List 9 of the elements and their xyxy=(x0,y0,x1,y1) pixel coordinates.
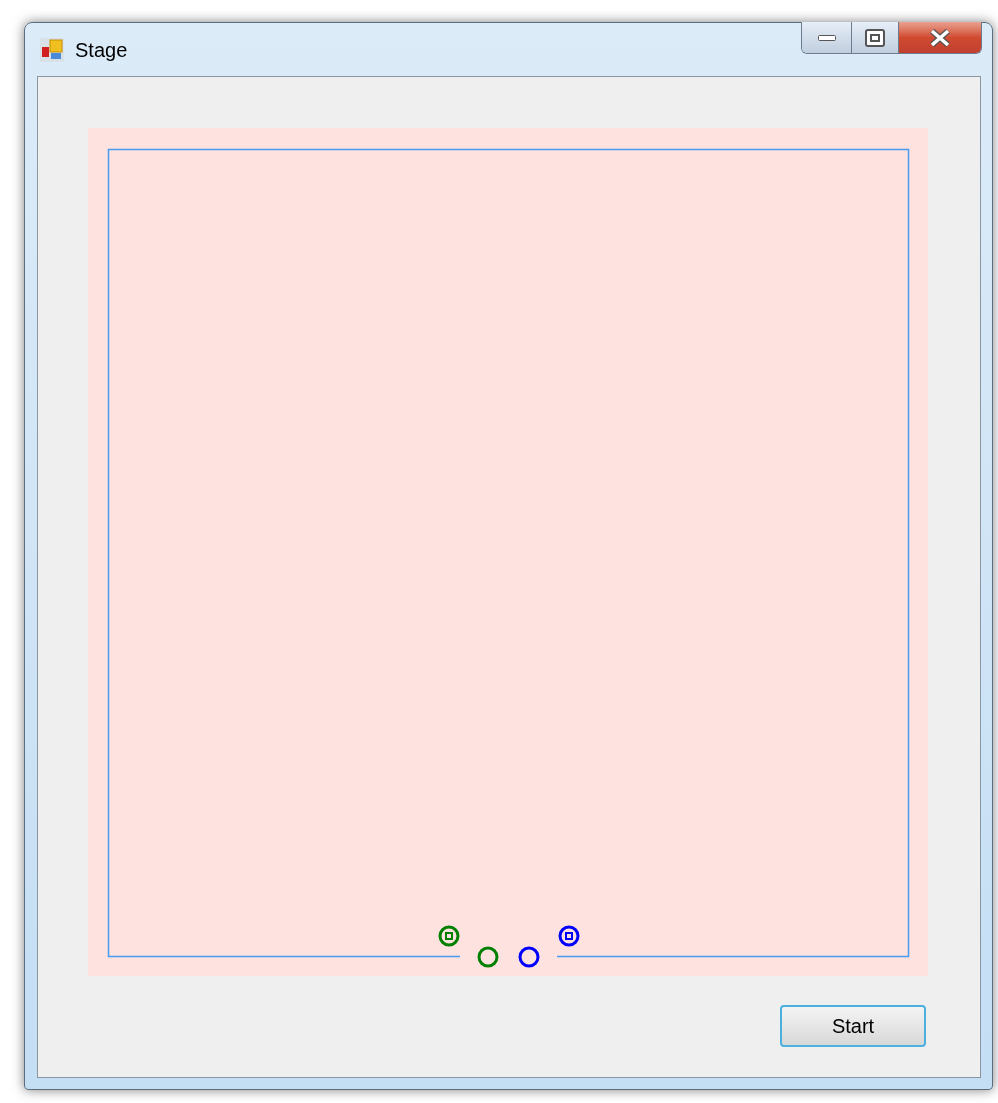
window-title: Stage xyxy=(75,37,128,63)
close-button[interactable] xyxy=(899,22,981,53)
maximize-icon xyxy=(865,28,885,47)
app-icon xyxy=(40,37,64,62)
minimize-icon xyxy=(817,34,836,41)
minimize-button[interactable] xyxy=(802,22,852,53)
start-button[interactable]: Start xyxy=(780,1005,926,1047)
maximize-button[interactable] xyxy=(852,22,899,53)
close-icon xyxy=(929,28,951,47)
